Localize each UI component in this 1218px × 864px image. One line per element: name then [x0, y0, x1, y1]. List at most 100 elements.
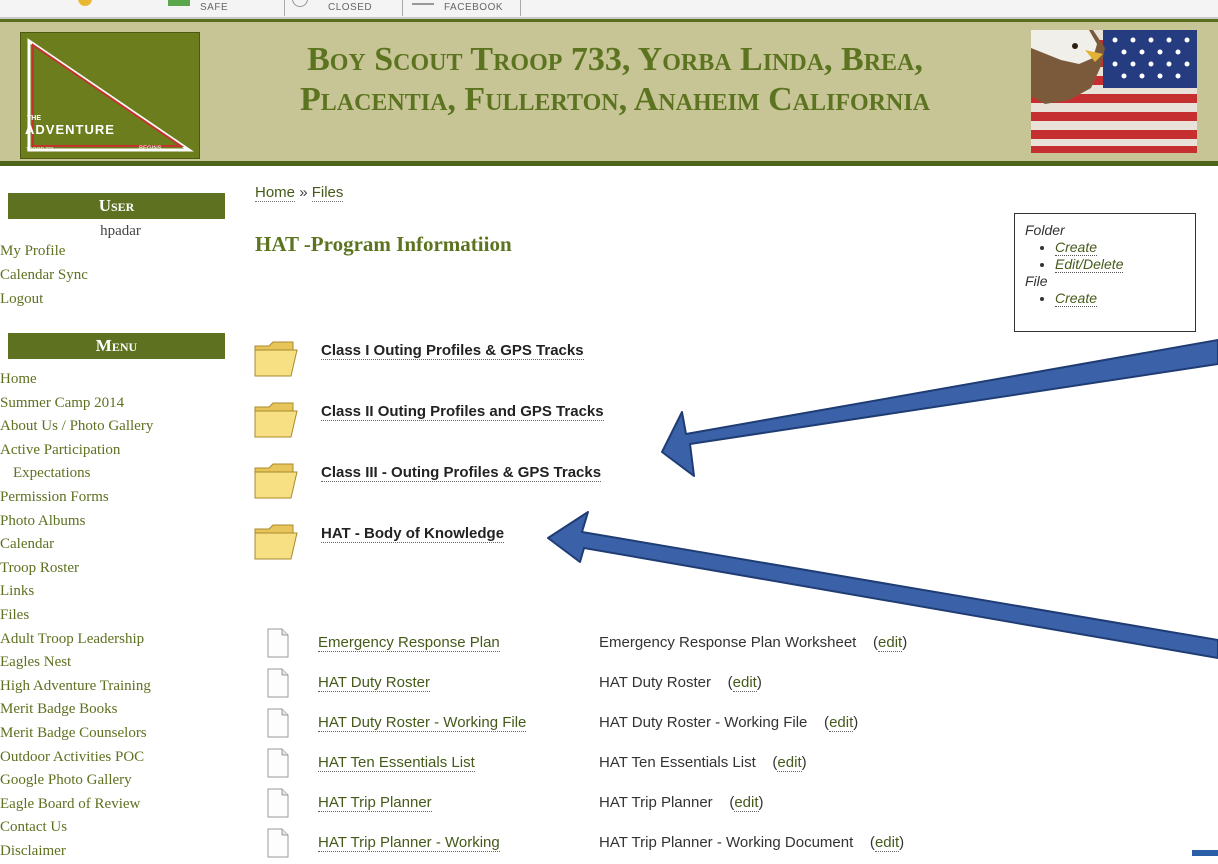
eagle-flag-image	[1031, 30, 1197, 153]
file-row: HAT Trip Planner - Working HAT Trip Plan…	[262, 828, 982, 864]
breadcrumb-separator: »	[299, 184, 308, 201]
file-link[interactable]: HAT Duty Roster - Working File	[318, 714, 527, 732]
file-description-text: Emergency Response Plan Worksheet	[599, 634, 857, 651]
file-icon	[267, 748, 289, 778]
sidebar-item-permission-forms[interactable]: Permission Forms	[0, 486, 230, 510]
sidebar-item-google-photo-gallery[interactable]: Google Photo Gallery	[0, 769, 230, 793]
breadcrumb-files[interactable]: Files	[311, 184, 344, 202]
troop-logo[interactable]: THE ADVENTURE BEGINS... TROOP 733	[20, 32, 200, 159]
file-edit-link[interactable]: edit	[878, 634, 903, 652]
folder-icon	[254, 463, 298, 499]
file-icon	[267, 788, 289, 818]
toolbar-green-icon[interactable]	[168, 0, 190, 6]
sidebar-item-merit-badge-counselors[interactable]: Merit Badge Counselors	[0, 722, 230, 746]
file-description: HAT Duty Roster (edit)	[599, 674, 762, 692]
file-link[interactable]: HAT Ten Essentials List	[318, 754, 475, 772]
file-create-link[interactable]: Create	[1055, 290, 1098, 307]
sidebar-item-about-us[interactable]: About Us / Photo Gallery	[0, 415, 230, 439]
sidebar-menu: Home Summer Camp 2014 About Us / Photo G…	[0, 368, 230, 863]
folder-row[interactable]: Class II Outing Profiles and GPS Tracks	[248, 399, 688, 449]
breadcrumb: Home » Files	[255, 184, 344, 202]
file-icon	[267, 828, 289, 858]
toolbar-divider	[284, 0, 285, 16]
file-link[interactable]: HAT Trip Planner - Working	[318, 834, 500, 852]
sidebar-item-troop-roster[interactable]: Troop Roster	[0, 557, 230, 581]
sidebar-item-calendar[interactable]: Calendar	[0, 533, 230, 557]
folder-link[interactable]: Class III - Outing Profiles & GPS Tracks	[321, 464, 602, 482]
folder-icon	[254, 341, 298, 377]
sidebar-item-outdoor-activities-poc[interactable]: Outdoor Activities POC	[0, 746, 230, 770]
file-description-text: HAT Trip Planner	[599, 794, 713, 811]
admin-actions-box: Folder Create Edit/Delete File Create	[1014, 213, 1196, 332]
file-edit-link[interactable]: edit	[732, 674, 757, 692]
logo-triangle-icon	[27, 38, 194, 152]
logo-begins-text: BEGINS...	[139, 146, 167, 152]
file-description: HAT Trip Planner (edit)	[599, 794, 764, 812]
file-icon	[267, 668, 289, 698]
toolbar-divider	[520, 0, 521, 16]
file-description-text: HAT Trip Planner - Working Document	[599, 834, 854, 851]
sidebar-item-expectations[interactable]: Expectations	[0, 462, 230, 486]
toolbar-yellow-icon[interactable]	[78, 0, 92, 6]
file-description: HAT Trip Planner - Working Document (edi…	[599, 834, 905, 852]
file-link[interactable]: Emergency Response Plan	[318, 634, 500, 652]
sidebar-item-photo-albums[interactable]: Photo Albums	[0, 510, 230, 534]
file-row: HAT Ten Essentials List HAT Ten Essentia…	[262, 748, 982, 784]
file-edit-link[interactable]: edit	[734, 794, 759, 812]
corner-mark	[1192, 850, 1218, 856]
file-edit-link[interactable]: edit	[829, 714, 854, 732]
sidebar-item-disclaimer[interactable]: Disclaimer	[0, 840, 230, 864]
folder-edit-delete-link[interactable]: Edit/Delete	[1055, 256, 1124, 273]
toolbar-closed-label[interactable]: CLOSED	[328, 2, 372, 13]
sidebar-item-merit-badge-books[interactable]: Merit Badge Books	[0, 698, 230, 722]
file-row: HAT Duty Roster HAT Duty Roster (edit)	[262, 668, 982, 704]
folder-icon	[254, 524, 298, 560]
sidebar-item-contact-us[interactable]: Contact Us	[0, 816, 230, 840]
file-description: HAT Ten Essentials List (edit)	[599, 754, 807, 772]
sidebar-item-adult-troop-leadership[interactable]: Adult Troop Leadership	[0, 628, 230, 652]
file-link[interactable]: HAT Trip Planner	[318, 794, 432, 812]
folder-link[interactable]: HAT - Body of Knowledge	[321, 525, 505, 543]
sidebar-item-eagle-board-of-review[interactable]: Eagle Board of Review	[0, 793, 230, 817]
file-edit-link[interactable]: edit	[874, 834, 900, 852]
file-description-text: HAT Duty Roster	[599, 674, 711, 691]
sidebar-item-eagles-nest[interactable]: Eagles Nest	[0, 651, 230, 675]
folder-icon	[254, 402, 298, 438]
sidebar-item-home[interactable]: Home	[0, 368, 230, 392]
toolbar-line-icon[interactable]	[412, 3, 434, 5]
breadcrumb-home[interactable]: Home	[255, 184, 296, 202]
file-edit-link[interactable]: edit	[777, 754, 802, 772]
logo-adventure-text: ADVENTURE	[25, 122, 115, 137]
sidebar-item-links[interactable]: Links	[0, 580, 230, 604]
file-description: Emergency Response Plan Worksheet (edit)	[599, 634, 908, 652]
sidebar-item-high-adventure-training[interactable]: High Adventure Training	[0, 675, 230, 699]
folder-create-link[interactable]: Create	[1055, 239, 1098, 256]
user-block-title: User	[8, 193, 225, 219]
file-link[interactable]: HAT Duty Roster	[318, 674, 430, 692]
sidebar-link-logout[interactable]: Logout	[0, 287, 88, 311]
toolbar-circle-icon[interactable]	[292, 0, 308, 7]
site-header: THE ADVENTURE BEGINS... TROOP 733 Boy Sc…	[0, 19, 1218, 166]
file-description-text: HAT Ten Essentials List	[599, 754, 756, 771]
folder-row[interactable]: Class III - Outing Profiles & GPS Tracks	[248, 460, 688, 510]
toolbar-facebook-label[interactable]: FACEBOOK	[444, 2, 503, 13]
file-row: Emergency Response Plan Emergency Respon…	[262, 628, 982, 664]
sidebar-item-summer-camp[interactable]: Summer Camp 2014	[0, 392, 230, 416]
file-row: HAT Duty Roster - Working File HAT Duty …	[262, 708, 982, 744]
toolbar-safe-label[interactable]: SAFE	[200, 2, 228, 13]
folder-link[interactable]: Class II Outing Profiles and GPS Tracks	[321, 403, 604, 421]
folder-row[interactable]: Class I Outing Profiles & GPS Tracks	[248, 338, 688, 388]
file-label: File	[1025, 273, 1048, 289]
sidebar-link-my-profile[interactable]: My Profile	[0, 239, 88, 263]
sidebar-item-files[interactable]: Files	[0, 604, 230, 628]
file-icon	[267, 708, 289, 738]
file-description: HAT Duty Roster - Working File (edit)	[599, 714, 859, 732]
folder-row[interactable]: HAT - Body of Knowledge	[248, 521, 688, 571]
sidebar-link-calendar-sync[interactable]: Calendar Sync	[0, 263, 88, 287]
menu-block-title: Menu	[8, 333, 225, 359]
page-title: HAT -Program Informatiion	[255, 232, 512, 256]
folder-link[interactable]: Class I Outing Profiles & GPS Tracks	[321, 342, 584, 360]
logo-the-text: THE	[27, 115, 41, 122]
sidebar-item-active-participation[interactable]: Active Participation	[0, 439, 230, 463]
user-links: My Profile Calendar Sync Logout	[0, 239, 88, 311]
